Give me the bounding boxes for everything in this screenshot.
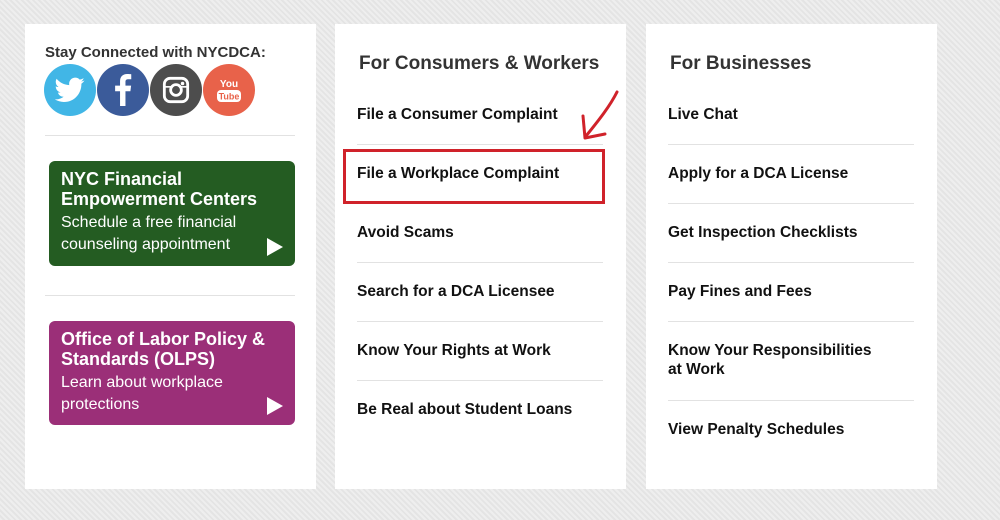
divider [45,135,295,136]
olps-promo[interactable]: Office of Labor Policy & Standards (OLPS… [49,321,295,425]
consumers-link-list: File a Consumer Complaint File a Workpla… [357,86,603,440]
businesses-link-list: Live Chat Apply for a DCA License Get In… [668,86,914,460]
link-search-dca-licensee[interactable]: Search for a DCA Licensee [357,263,603,322]
play-arrow-icon [267,238,283,256]
social-icons-row: You Tube [44,64,255,116]
businesses-panel: For Businesses Live Chat Apply for a DCA… [646,24,937,489]
promo-title: Office of Labor Policy & Standards (OLPS… [61,329,266,369]
link-know-responsibilities[interactable]: Know Your Responsibilities at Work [668,322,914,401]
promo-subtitle: Learn about workplace protections [61,374,223,413]
highlight-box [343,149,605,204]
promo-subtitle: Schedule a free financial counseling app… [61,214,237,253]
facebook-icon[interactable] [97,64,149,116]
svg-text:You: You [220,79,238,90]
consumers-title: For Consumers & Workers [359,53,600,74]
link-live-chat[interactable]: Live Chat [668,86,914,145]
link-inspection-checklists[interactable]: Get Inspection Checklists [668,204,914,263]
financial-empowerment-promo[interactable]: NYC Financial Empowerment Centers Schedu… [49,161,295,266]
link-avoid-scams[interactable]: Avoid Scams [357,204,603,263]
youtube-icon[interactable]: You Tube [203,64,255,116]
instagram-icon[interactable] [150,64,202,116]
twitter-icon[interactable] [44,64,96,116]
social-and-promos-panel: Stay Connected with NYCDCA: You Tube NYC… [25,24,316,489]
link-file-consumer-complaint[interactable]: File a Consumer Complaint [357,86,603,145]
play-arrow-icon [267,397,283,415]
promo-title: NYC Financial Empowerment Centers [61,169,258,209]
link-know-your-rights[interactable]: Know Your Rights at Work [357,322,603,381]
divider [45,295,295,296]
svg-text:Tube: Tube [219,92,240,102]
annotation-arrow-icon [581,90,619,140]
link-student-loans[interactable]: Be Real about Student Loans [357,381,603,440]
social-title: Stay Connected with NYCDCA: [45,44,266,61]
businesses-title: For Businesses [670,53,812,74]
link-apply-dca-license[interactable]: Apply for a DCA License [668,145,914,204]
link-pay-fines-fees[interactable]: Pay Fines and Fees [668,263,914,322]
link-penalty-schedules[interactable]: View Penalty Schedules [668,401,914,460]
